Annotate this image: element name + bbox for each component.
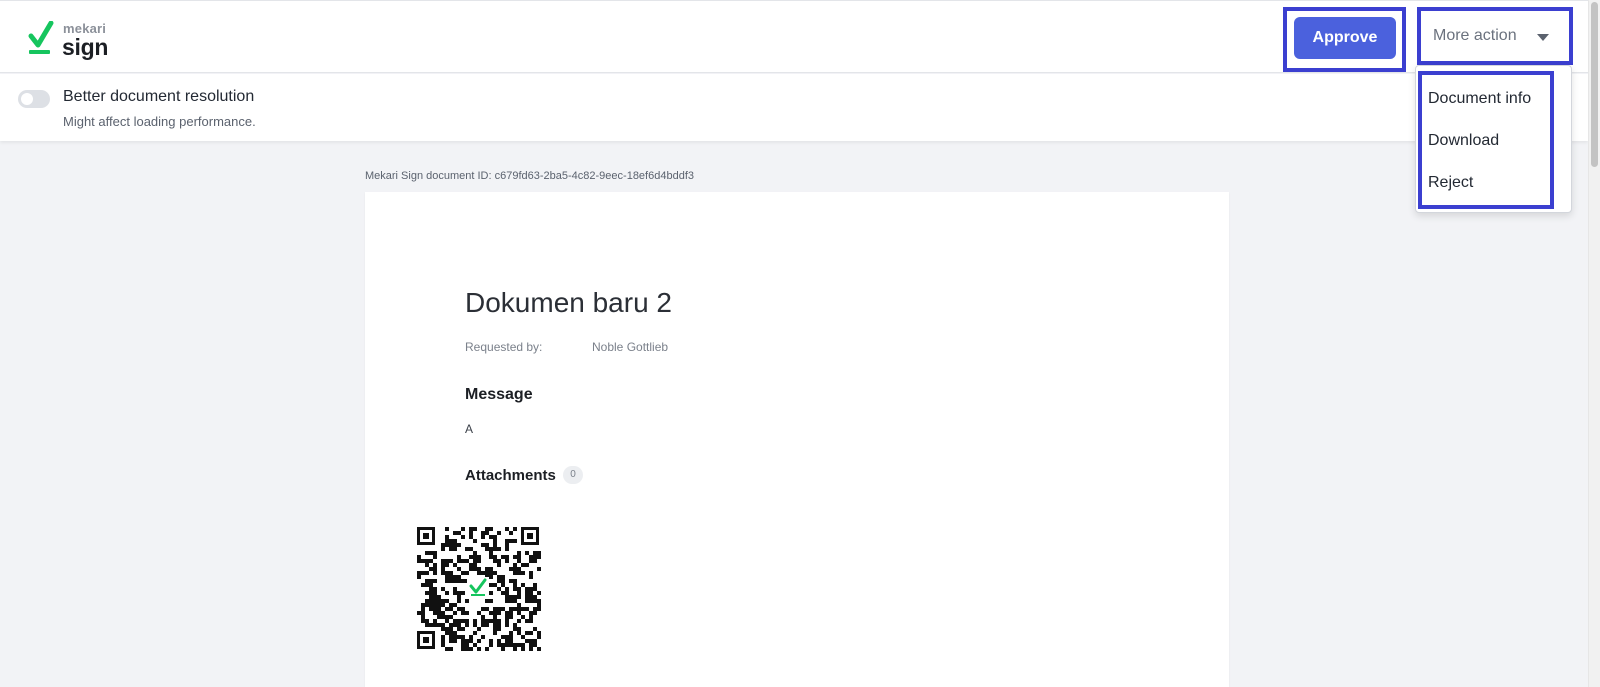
checkmark-logo-icon [28,21,54,54]
logo-product-text: sign [62,34,109,60]
resolution-toggle-bar: Better document resolution Might affect … [0,74,1588,141]
approve-button[interactable]: Approve [1294,17,1396,59]
document-page: Dokumen baru 2 Requested by: Noble Gottl… [365,192,1229,687]
page-scrollbar[interactable] [1588,0,1600,687]
menu-item-reject[interactable]: Reject [1428,174,1473,192]
toggle-hint: Might affect loading performance. [63,114,256,129]
chevron-down-icon[interactable] [1537,34,1549,41]
menu-item-document-info[interactable]: Document info [1428,90,1531,108]
scrollbar-thumb[interactable] [1591,2,1598,167]
message-heading: Message [465,386,533,403]
attachments-heading: Attachments [465,467,556,484]
message-body: A [465,422,474,436]
menu-item-download[interactable]: Download [1428,132,1499,150]
requested-by-value: Noble Gottlieb [592,340,669,354]
toggle-knob [21,93,33,105]
document-title: Dokumen baru 2 [465,287,673,318]
document-id-text: Mekari Sign document ID: c679fd63-2ba5-4… [365,170,694,182]
toggle-label: Better document resolution [63,88,255,105]
resolution-toggle-switch[interactable] [18,90,50,108]
qr-code-image [415,525,541,651]
attachments-count-badge: 0 [563,466,583,484]
requested-by-label: Requested by: [465,340,543,354]
